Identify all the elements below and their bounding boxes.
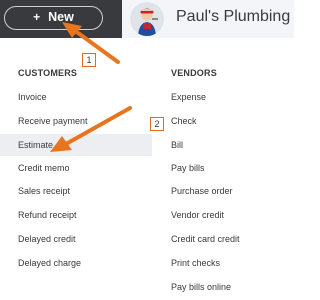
menu-item-delayed-credit[interactable]: Delayed credit xyxy=(18,228,76,250)
step-1-callout: 1 xyxy=(82,53,96,67)
menu-item-vendor-credit[interactable]: Vendor credit xyxy=(171,204,224,226)
menu-item-invoice[interactable]: Invoice xyxy=(18,86,47,108)
menu-item-purchase-order[interactable]: Purchase order xyxy=(171,180,233,202)
vendors-header: VENDORS xyxy=(171,68,217,78)
menu-item-credit-memo[interactable]: Credit memo xyxy=(18,157,70,179)
company-name: Paul's Plumbing xyxy=(176,8,291,25)
menu-item-expense[interactable]: Expense xyxy=(171,86,206,108)
menu-item-bill[interactable]: Bill xyxy=(171,134,183,156)
new-button-label: New xyxy=(48,10,74,24)
new-menu-panel: CUSTOMERS Invoice Receive payment Estima… xyxy=(0,38,294,300)
menu-item-print-checks[interactable]: Print checks xyxy=(171,252,220,274)
company-logo xyxy=(130,2,164,36)
menu-item-receive-payment[interactable]: Receive payment xyxy=(18,110,88,132)
menu-item-delayed-charge[interactable]: Delayed charge xyxy=(18,252,81,274)
screen: + New Paul's Plumbing CUSTOMERS Invoice R… xyxy=(0,0,294,300)
menu-item-pay-bills[interactable]: Pay bills xyxy=(171,157,205,179)
plus-icon: + xyxy=(33,10,41,24)
new-button[interactable]: + New xyxy=(4,6,103,30)
menu-item-credit-card-credit[interactable]: Credit card credit xyxy=(171,228,240,250)
menu-item-check[interactable]: Check xyxy=(171,110,197,132)
menu-item-pay-bills-online[interactable]: Pay bills online xyxy=(171,276,231,298)
company-header: Paul's Plumbing xyxy=(122,0,294,38)
menu-item-sales-receipt[interactable]: Sales receipt xyxy=(18,180,70,202)
menu-item-refund-receipt[interactable]: Refund receipt xyxy=(18,204,77,226)
step-2-callout: 2 xyxy=(150,117,164,131)
customers-header: CUSTOMERS xyxy=(18,68,78,78)
menu-item-estimate[interactable]: Estimate xyxy=(0,134,152,156)
